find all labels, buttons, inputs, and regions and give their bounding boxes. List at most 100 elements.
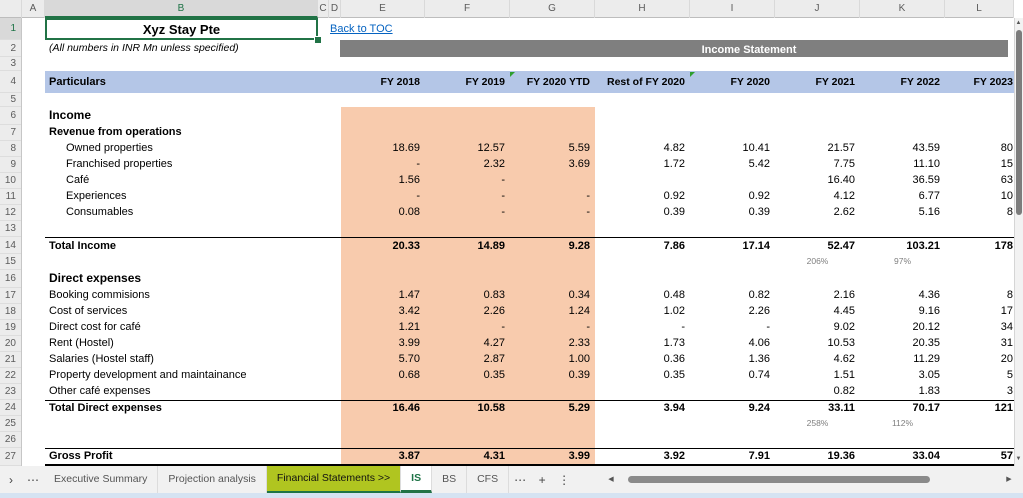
- column-header-F[interactable]: F: [425, 0, 510, 18]
- row-header-2[interactable]: 2: [0, 40, 21, 57]
- cell-G12[interactable]: -: [510, 205, 595, 221]
- cell-F21[interactable]: 2.87: [425, 352, 510, 368]
- cell-K8[interactable]: 43.59: [860, 141, 945, 157]
- cell-K3[interactable]: [860, 57, 945, 71]
- cell-A17[interactable]: [22, 288, 45, 304]
- row-header-8[interactable]: 8: [0, 141, 21, 157]
- vertical-scrollbar-thumb[interactable]: [1016, 30, 1022, 215]
- cell-L15[interactable]: [945, 254, 1014, 270]
- cell-G7[interactable]: [510, 125, 595, 141]
- cell-I10[interactable]: [690, 173, 775, 189]
- period-header-4[interactable]: Rest of FY 2020: [595, 71, 690, 93]
- particulars-header[interactable]: Particulars: [49, 71, 106, 93]
- row-header-11[interactable]: 11: [0, 189, 21, 205]
- cell-I6[interactable]: [690, 107, 775, 125]
- cell-E24[interactable]: 16.46: [341, 400, 425, 416]
- row-header-15[interactable]: 15: [0, 254, 21, 270]
- period-header-2[interactable]: FY 2019: [425, 71, 510, 93]
- cell-E22[interactable]: 0.68: [341, 368, 425, 384]
- cell-J5[interactable]: [775, 93, 860, 107]
- cell-G23[interactable]: [510, 384, 595, 400]
- period-header-7[interactable]: FY 2022: [860, 71, 945, 93]
- cell-B20[interactable]: Rent (Hostel): [45, 336, 341, 352]
- row-header-18[interactable]: 18: [0, 304, 21, 320]
- cell-F20[interactable]: 4.27: [425, 336, 510, 352]
- cell-E27[interactable]: 3.87: [341, 448, 425, 466]
- cell-B7[interactable]: Revenue from operations: [45, 125, 341, 141]
- cell-L10[interactable]: 63: [945, 173, 1014, 189]
- cell-H15[interactable]: [595, 254, 690, 270]
- period-header-6[interactable]: FY 2021: [775, 71, 860, 93]
- cell-L26[interactable]: [945, 432, 1014, 448]
- cell-K1[interactable]: [860, 18, 945, 40]
- cell-G16[interactable]: [510, 270, 595, 288]
- cell-A6[interactable]: [22, 107, 45, 125]
- row-header-4[interactable]: 4: [0, 71, 21, 93]
- period-header-8[interactable]: FY 2023: [945, 71, 1014, 93]
- column-header-J[interactable]: J: [775, 0, 860, 18]
- cell-A20[interactable]: [22, 336, 45, 352]
- cell-A19[interactable]: [22, 320, 45, 336]
- cell-G13[interactable]: [510, 221, 595, 237]
- cell-G25[interactable]: [510, 416, 595, 432]
- row-header-7[interactable]: 7: [0, 125, 21, 141]
- cell-F1[interactable]: [425, 18, 510, 40]
- cell-E8[interactable]: 18.69: [341, 141, 425, 157]
- cell-I1[interactable]: [690, 18, 775, 40]
- cell-B23[interactable]: Other café expenses: [45, 384, 341, 400]
- cell-F17[interactable]: 0.83: [425, 288, 510, 304]
- cell-B1-company-title[interactable]: Xyz Stay Pte: [45, 18, 318, 40]
- cell-E11[interactable]: -: [341, 189, 425, 205]
- cell-B14[interactable]: Total Income: [45, 237, 341, 254]
- cell-K13[interactable]: [860, 221, 945, 237]
- cell-A16[interactable]: [22, 270, 45, 288]
- cell-J18[interactable]: 4.45: [775, 304, 860, 320]
- cell-F12[interactable]: -: [425, 205, 510, 221]
- row-header-25[interactable]: 25: [0, 416, 21, 432]
- cell-I13[interactable]: [690, 221, 775, 237]
- cell-H9[interactable]: 1.72: [595, 157, 690, 173]
- cell-L13[interactable]: [945, 221, 1014, 237]
- cell-B25[interactable]: [45, 416, 341, 432]
- selection-fill-handle[interactable]: [314, 36, 322, 44]
- cell-K16[interactable]: [860, 270, 945, 288]
- cell-F22[interactable]: 0.35: [425, 368, 510, 384]
- row-header-27[interactable]: 27: [0, 448, 21, 466]
- sheet-tab-executive-summary[interactable]: Executive Summary: [44, 466, 159, 493]
- cell-G18[interactable]: 1.24: [510, 304, 595, 320]
- cell-F8[interactable]: 12.57: [425, 141, 510, 157]
- cell-K22[interactable]: 3.05: [860, 368, 945, 384]
- cell-B15[interactable]: [45, 254, 341, 270]
- cell-K25[interactable]: 112%: [860, 416, 945, 432]
- cell-K19[interactable]: 20.12: [860, 320, 945, 336]
- cell-L23[interactable]: 3: [945, 384, 1014, 400]
- cell-J23[interactable]: 0.82: [775, 384, 860, 400]
- cell-G1[interactable]: [510, 18, 595, 40]
- cell-K21[interactable]: 11.29: [860, 352, 945, 368]
- cell-J6[interactable]: [775, 107, 860, 125]
- cell-H7[interactable]: [595, 125, 690, 141]
- cell-F6[interactable]: [425, 107, 510, 125]
- cell-L18[interactable]: 17: [945, 304, 1014, 320]
- cell-E25[interactable]: [341, 416, 425, 432]
- cell-L3[interactable]: [945, 57, 1014, 71]
- cell-A21[interactable]: [22, 352, 45, 368]
- cell-H26[interactable]: [595, 432, 690, 448]
- cell-L8[interactable]: 80: [945, 141, 1014, 157]
- cell-F7[interactable]: [425, 125, 510, 141]
- cell-G6[interactable]: [510, 107, 595, 125]
- row-header-14[interactable]: 14: [0, 237, 21, 254]
- tab-nav-chevron-icon[interactable]: ›: [0, 473, 22, 487]
- cell-K6[interactable]: [860, 107, 945, 125]
- scroll-up-icon[interactable]: ▲: [1014, 18, 1023, 28]
- cell-J24[interactable]: 33.11: [775, 400, 860, 416]
- cell-G14[interactable]: 9.28: [510, 237, 595, 254]
- cell-L22[interactable]: 5: [945, 368, 1014, 384]
- cell-K11[interactable]: 6.77: [860, 189, 945, 205]
- cell-A24[interactable]: [22, 400, 45, 416]
- cell-J26[interactable]: [775, 432, 860, 448]
- cell-B19[interactable]: Direct cost for café: [45, 320, 341, 336]
- cell-H23[interactable]: [595, 384, 690, 400]
- cell-K23[interactable]: 1.83: [860, 384, 945, 400]
- cell-E23[interactable]: [341, 384, 425, 400]
